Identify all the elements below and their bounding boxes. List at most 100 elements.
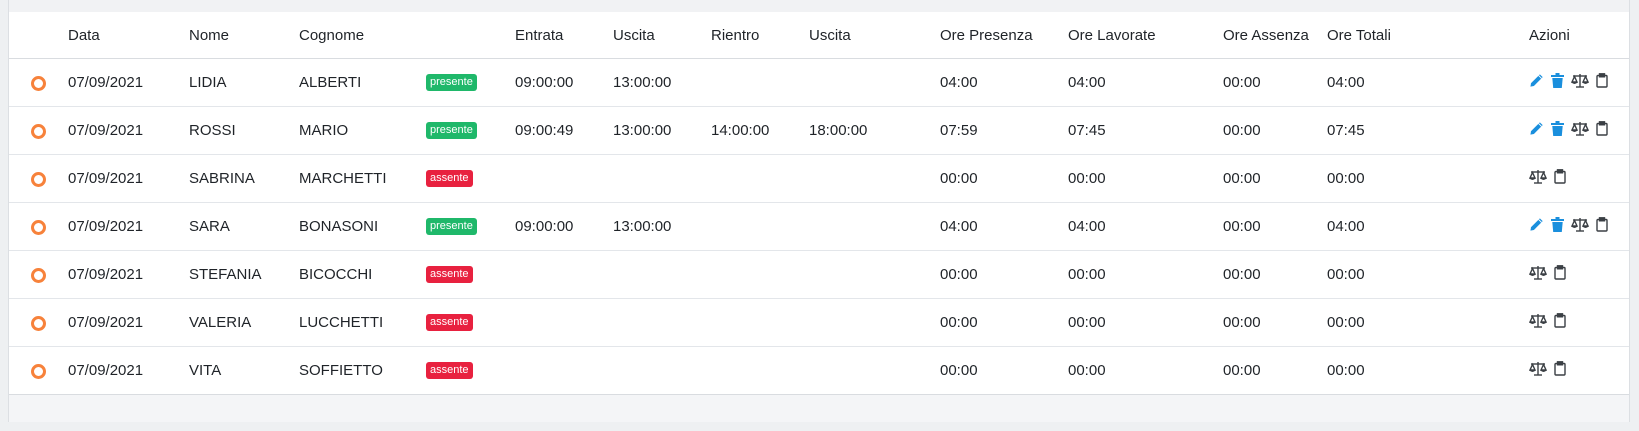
status-dot-icon[interactable] [31,123,46,139]
status-dot-icon[interactable] [31,363,46,379]
header-cognome[interactable]: Cognome [299,12,426,59]
cell-data: 07/09/2021 [68,58,189,107]
table-row[interactable]: 07/09/2021 SARA BONASONI presente 09:00:00 13… [9,202,1629,251]
cell-ore-lavorate: 04:00 [1068,58,1223,107]
cell-status-dot [9,298,68,347]
header-azioni: Azioni [1529,12,1629,59]
cell-nome: ROSSI [189,106,299,155]
header-ore-assenza[interactable]: Ore Assenza [1223,12,1327,59]
cell-status-dot [9,346,68,395]
edit-button[interactable] [1529,121,1544,140]
status-dot-icon[interactable] [31,315,46,331]
row-actions [1528,155,1629,202]
header-uscita-2[interactable]: Uscita [809,12,940,59]
cell-data: 07/09/2021 [68,298,189,347]
cell-ore-presenza: 00:00 [940,298,1068,347]
cell-ore-totali: 04:00 [1327,202,1529,251]
status-badge: presente [426,218,477,236]
header-entrata[interactable]: Entrata [515,12,613,59]
cell-rientro [711,154,809,203]
clipboard-button[interactable] [1596,217,1608,236]
cell-ore-totali: 00:00 [1327,154,1529,203]
cell-uscita [613,298,711,347]
cell-rientro: 14:00:00 [711,106,809,155]
clipboard-icon [1554,313,1566,332]
table-row[interactable]: 07/09/2021 ROSSI MARIO presente 09:00:49 13:0… [9,106,1629,155]
balance-button[interactable] [1528,265,1548,284]
cell-uscita [613,250,711,299]
table-row[interactable]: 07/09/2021 LIDIA ALBERTI presente 09:00:00 13… [9,58,1629,107]
cell-entrata: 09:00:49 [515,106,613,155]
table-row[interactable]: 07/09/2021 STEFANIA BICOCCHI assente 00:00 00… [9,250,1629,299]
row-actions [1528,347,1629,394]
cell-stato: assente [426,298,515,347]
cell-cognome: BONASONI [299,202,426,251]
status-badge: assente [426,314,473,332]
status-dot-icon[interactable] [31,219,46,235]
balance-button[interactable] [1528,169,1548,188]
cell-nome: VITA [189,346,299,395]
cell-azioni [1528,250,1629,299]
table-row[interactable]: 07/09/2021 VALERIA LUCCHETTI assente 00:00 00… [9,298,1629,347]
cell-data: 07/09/2021 [68,346,189,395]
header-ore-presenza[interactable]: Ore Presenza [940,12,1068,59]
balance-button[interactable] [1570,217,1590,236]
balance-scale-icon [1570,73,1590,92]
cell-ore-presenza: 04:00 [940,202,1068,251]
clipboard-button[interactable] [1554,265,1566,284]
cell-ore-assenza: 00:00 [1223,154,1327,203]
status-dot-icon[interactable] [31,75,46,91]
balance-button[interactable] [1528,313,1548,332]
header-nome[interactable]: Nome [189,12,299,59]
balance-button[interactable] [1528,361,1548,380]
cell-uscita-2 [809,298,940,347]
cell-uscita-2 [809,250,940,299]
pencil-icon [1529,121,1544,140]
clipboard-icon [1596,217,1608,236]
pencil-icon [1529,73,1544,92]
cell-uscita: 13:00:00 [613,202,711,251]
clipboard-button[interactable] [1596,73,1608,92]
table-row[interactable]: 07/09/2021 VITA SOFFIETTO assente 00:00 00:00… [9,346,1629,395]
clipboard-button[interactable] [1554,169,1566,188]
cell-ore-presenza: 07:59 [940,106,1068,155]
header-ore-totali[interactable]: Ore Totali [1327,12,1529,59]
row-actions [1529,59,1629,106]
clipboard-button[interactable] [1554,313,1566,332]
cell-ore-presenza: 00:00 [940,154,1068,203]
delete-button[interactable] [1551,217,1564,236]
cell-ore-lavorate: 00:00 [1068,298,1223,347]
cell-nome: SABRINA [189,154,299,203]
header-rientro[interactable]: Rientro [711,12,809,59]
cell-azioni [1528,154,1629,203]
cell-entrata: 09:00:00 [515,202,613,251]
delete-button[interactable] [1551,121,1564,140]
cell-ore-assenza: 00:00 [1223,298,1327,347]
cell-ore-totali: 00:00 [1327,346,1529,395]
cell-rientro [711,346,809,395]
edit-button[interactable] [1529,73,1544,92]
status-dot-icon[interactable] [31,171,46,187]
row-actions [1529,203,1629,250]
balance-scale-icon [1528,313,1548,332]
status-dot-icon[interactable] [31,267,46,283]
clipboard-icon [1596,73,1608,92]
edit-button[interactable] [1529,217,1544,236]
balance-button[interactable] [1570,121,1590,140]
delete-button[interactable] [1551,73,1564,92]
header-data[interactable]: Data [68,12,189,59]
balance-button[interactable] [1570,73,1590,92]
cell-status-dot [9,202,68,251]
cell-stato: assente [426,346,515,395]
header-uscita[interactable]: Uscita [613,12,711,59]
header-ore-lavorate[interactable]: Ore Lavorate [1068,12,1223,59]
balance-scale-icon [1570,121,1590,140]
cell-ore-lavorate: 04:00 [1068,202,1223,251]
cell-nome: LIDIA [189,58,299,107]
table-row[interactable]: 07/09/2021 SABRINA MARCHETTI assente 00:00 00… [9,154,1629,203]
cell-ore-lavorate: 00:00 [1068,154,1223,203]
clipboard-button[interactable] [1596,121,1608,140]
clipboard-button[interactable] [1554,361,1566,380]
cell-uscita-2 [809,154,940,203]
clipboard-icon [1554,169,1566,188]
